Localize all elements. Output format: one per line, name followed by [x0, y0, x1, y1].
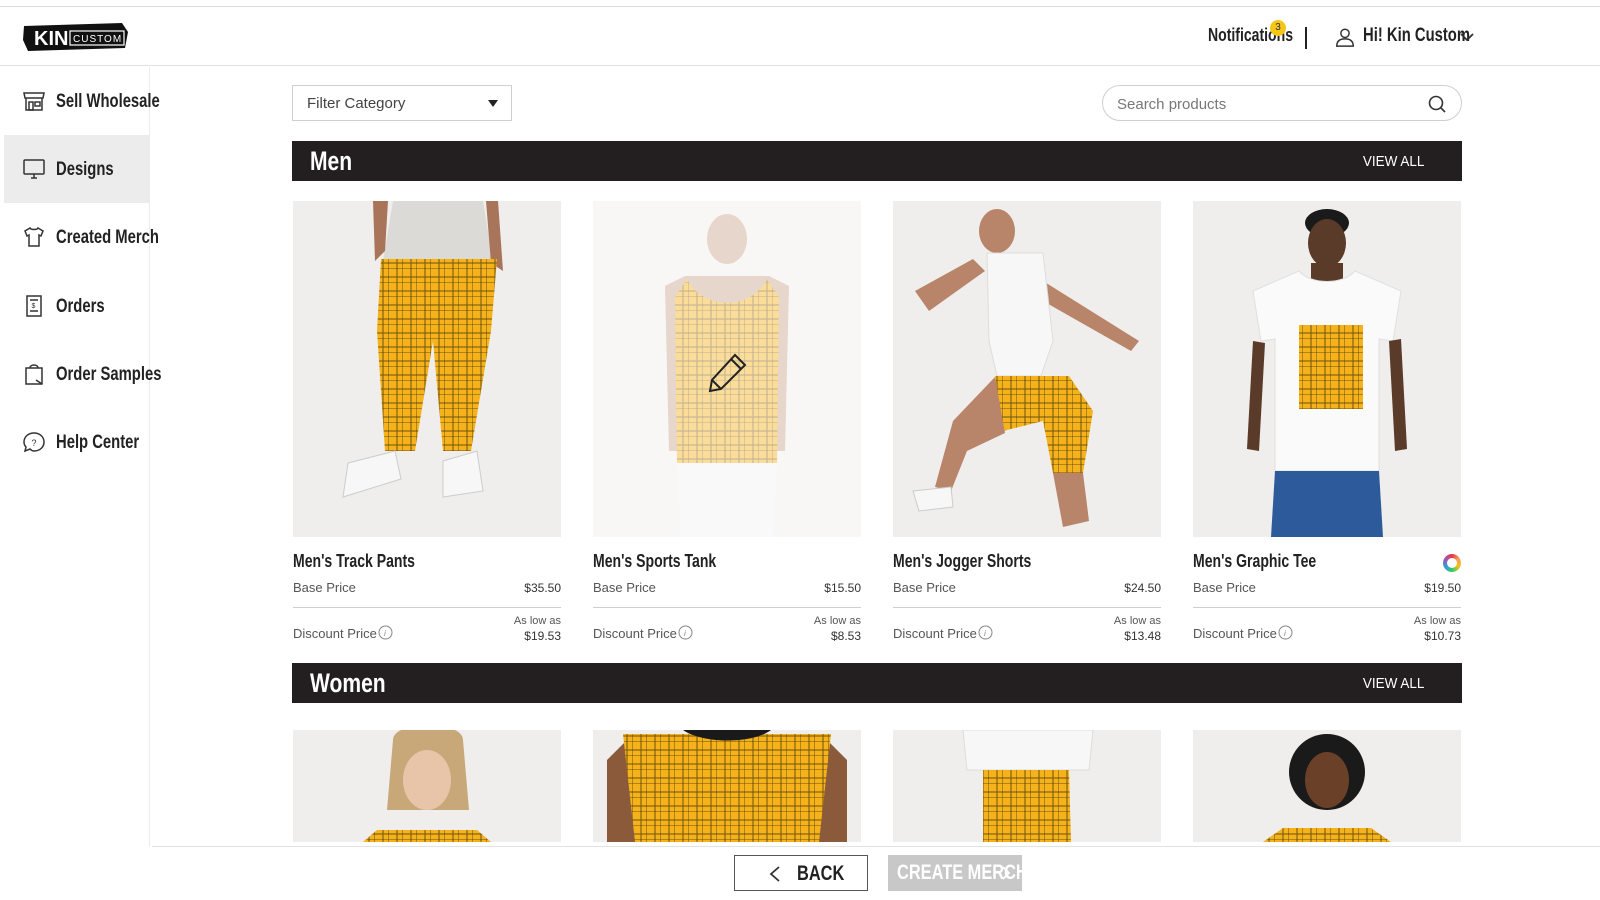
- discount-price-label: Discount Price: [893, 626, 977, 641]
- storefront-icon: [23, 92, 45, 111]
- back-button[interactable]: BACK: [734, 855, 868, 891]
- svg-text:i: i: [1284, 629, 1286, 638]
- kin-custom-logo[interactable]: KIN CUSTOM: [22, 20, 130, 54]
- section-bar-women: Women VIEW ALL: [292, 663, 1462, 703]
- view-all-men-link[interactable]: VIEW ALL: [1362, 153, 1424, 170]
- base-price-value: $15.50: [824, 581, 861, 595]
- product-image[interactable]: [893, 201, 1161, 537]
- discount-price-label: Discount Price: [1193, 626, 1277, 641]
- sidebar-item-created-merch[interactable]: Created Merch: [4, 203, 159, 271]
- section-title-men: Men: [310, 146, 353, 176]
- svg-text:i: i: [984, 629, 986, 638]
- as-low-as-label: As low as: [1413, 615, 1461, 627]
- sidebar-item-help-center[interactable]: ? Help Center: [4, 408, 150, 476]
- filter-category-select[interactable]: Filter Category: [292, 85, 512, 121]
- product-card-women[interactable]: [293, 730, 561, 842]
- price-divider: [593, 607, 861, 608]
- search-icon[interactable]: [1427, 94, 1447, 114]
- footer-divider: [152, 846, 1600, 847]
- edit-pencil-icon[interactable]: [707, 351, 749, 393]
- svg-text:i: i: [684, 629, 686, 638]
- as-low-as-label: As low as: [513, 615, 561, 627]
- notification-count-badge: 3: [1270, 20, 1286, 36]
- logo-sub-text: CUSTOM: [73, 34, 122, 45]
- monitor-icon: [23, 159, 45, 179]
- search-box: [1102, 85, 1462, 121]
- product-image[interactable]: [1193, 201, 1461, 537]
- top-header: KIN CUSTOM Notifications 3 Hi! Kin Custo…: [0, 7, 1600, 66]
- product-image[interactable]: [593, 201, 861, 537]
- product-card-women[interactable]: [1193, 730, 1461, 842]
- as-low-as-label: As low as: [813, 615, 861, 627]
- discount-price-label: Discount Price: [593, 626, 677, 641]
- discount-price-value: $8.53: [830, 629, 861, 643]
- header-divider: [1305, 27, 1307, 49]
- base-price-value: $35.50: [524, 581, 561, 595]
- sidebar-item-label: Orders: [56, 296, 105, 317]
- product-image[interactable]: [293, 201, 561, 537]
- product-name[interactable]: Men's Track Pants: [293, 551, 415, 572]
- sidebar-item-orders[interactable]: $ Orders: [4, 272, 150, 340]
- section-bar-men: Men VIEW ALL: [292, 141, 1462, 181]
- base-price-value: $19.50: [1424, 581, 1461, 595]
- user-greeting[interactable]: Hi! Kin Custom: [1363, 25, 1470, 47]
- product-card-track-pants[interactable]: Men's Track Pants Base Price $35.50 Disc…: [293, 201, 561, 651]
- product-card-graphic-tee[interactable]: Men's Graphic Tee Base Price $19.50 Disc…: [1193, 201, 1461, 651]
- discount-price-value: $10.73: [1424, 629, 1461, 643]
- sidebar-item-label: Order Samples: [56, 364, 162, 385]
- sidebar-item-sell-wholesale[interactable]: Sell Wholesale: [4, 67, 160, 135]
- sidebar-nav: Sell Wholesale Designs Created Merch $ O…: [4, 67, 161, 847]
- product-card-sports-tank[interactable]: Men's Sports Tank Base Price $15.50 Disc…: [593, 201, 861, 651]
- svg-text:$: $: [32, 303, 36, 310]
- price-divider: [1193, 607, 1461, 608]
- chevron-down-icon[interactable]: [1458, 28, 1476, 46]
- logo-main-text: KIN: [34, 28, 68, 50]
- chevron-left-icon: [769, 866, 780, 882]
- sidebar-item-label: Designs: [56, 159, 114, 180]
- shopping-bag-icon: [25, 364, 43, 385]
- filter-category-label: Filter Category: [307, 95, 406, 112]
- receipt-icon: $: [26, 295, 42, 317]
- base-price-label: Base Price: [593, 580, 656, 595]
- sidebar-item-order-samples[interactable]: Order Samples: [4, 340, 161, 408]
- product-card-jogger-shorts[interactable]: Men's Jogger Shorts Base Price $24.50 Di…: [893, 201, 1161, 651]
- product-name[interactable]: Men's Jogger Shorts: [893, 551, 1031, 572]
- as-low-as-label: As low as: [1113, 615, 1161, 627]
- sidebar-item-label: Help Center: [56, 432, 140, 453]
- product-card-women[interactable]: [893, 730, 1161, 842]
- sidebar-item-label: Sell Wholesale: [56, 91, 160, 112]
- price-divider: [893, 607, 1161, 608]
- chevron-right-icon: [1002, 866, 1011, 880]
- svg-text:?: ?: [32, 438, 37, 448]
- sidebar-item-designs[interactable]: Designs: [4, 135, 150, 203]
- discount-price-label: Discount Price: [293, 626, 377, 641]
- tshirt-icon: [24, 226, 44, 247]
- user-icon[interactable]: [1334, 26, 1356, 48]
- discount-price-value: $19.53: [524, 629, 561, 643]
- svg-text:i: i: [384, 629, 386, 638]
- base-price-value: $24.50: [1124, 581, 1161, 595]
- discount-price-value: $13.48: [1124, 629, 1161, 643]
- caret-down-icon: [488, 100, 498, 107]
- color-options-icon[interactable]: [1443, 554, 1461, 572]
- product-card-women[interactable]: [593, 730, 861, 842]
- info-icon[interactable]: i: [1278, 625, 1293, 640]
- view-all-women-link[interactable]: VIEW ALL: [1362, 675, 1424, 692]
- price-divider: [293, 607, 561, 608]
- base-price-label: Base Price: [1193, 580, 1256, 595]
- back-button-label: BACK: [797, 862, 845, 885]
- section-title-women: Women: [310, 668, 386, 698]
- base-price-label: Base Price: [893, 580, 956, 595]
- info-icon[interactable]: i: [978, 625, 993, 640]
- sidebar-item-label: Created Merch: [56, 227, 159, 248]
- product-name[interactable]: Men's Sports Tank: [593, 551, 716, 572]
- search-input[interactable]: [1117, 94, 1417, 114]
- info-icon[interactable]: i: [678, 625, 693, 640]
- product-name[interactable]: Men's Graphic Tee: [1193, 551, 1316, 572]
- info-icon[interactable]: i: [378, 625, 393, 640]
- base-price-label: Base Price: [293, 580, 356, 595]
- help-chat-icon: ?: [23, 432, 45, 453]
- create-merch-button[interactable]: CREATE MERCH: [888, 855, 1028, 891]
